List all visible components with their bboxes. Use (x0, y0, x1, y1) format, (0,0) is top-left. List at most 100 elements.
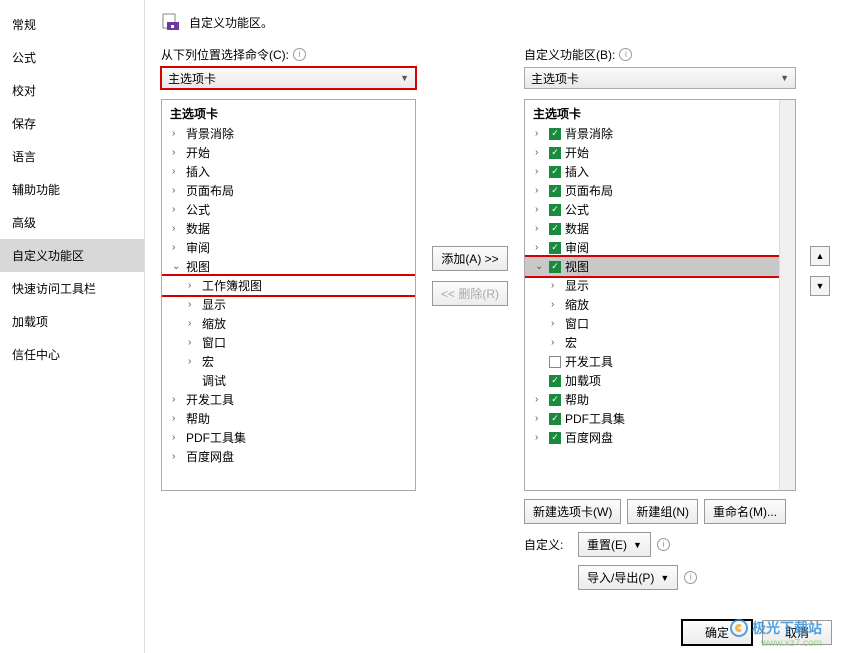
expand-right-icon: › (535, 185, 545, 196)
info-icon: i (657, 538, 670, 551)
tree-row[interactable]: ›开始 (162, 143, 415, 162)
sidebar-item-5[interactable]: 辅助功能 (0, 173, 144, 206)
sidebar-item-10[interactable]: 信任中心 (0, 338, 144, 371)
sidebar-item-6[interactable]: 高级 (0, 206, 144, 239)
tree-row[interactable]: ›数据 (162, 219, 415, 238)
checkbox[interactable] (549, 204, 561, 216)
tree-row[interactable]: ›工作簿视图 (162, 276, 415, 295)
tree-row[interactable]: ›PDF工具集 (162, 428, 415, 447)
cancel-button[interactable]: 取消 (762, 620, 832, 645)
tree-row[interactable]: ›宏 (525, 333, 795, 352)
new-group-button[interactable]: 新建组(N) (627, 499, 698, 524)
reset-button[interactable]: 重置(E)▼ (578, 532, 651, 557)
tree-row[interactable]: ›百度网盘 (162, 447, 415, 466)
tree-row[interactable]: ›缩放 (525, 295, 795, 314)
tree-header: 主选项卡 (525, 103, 795, 124)
checkbox[interactable] (549, 375, 561, 387)
expand-right-icon: › (172, 413, 182, 424)
tree-row[interactable]: ⌄视图 (525, 257, 795, 276)
scrollbar[interactable] (779, 100, 795, 490)
import-export-button[interactable]: 导入/导出(P)▼ (578, 565, 678, 590)
tree-row[interactable]: ›插入 (525, 162, 795, 181)
expand-right-icon: › (172, 185, 182, 196)
right-tree-body: ›背景消除›开始›插入›页面布局›公式›数据›审阅⌄视图›显示›缩放›窗口›宏开… (525, 124, 795, 447)
checkbox[interactable] (549, 394, 561, 406)
tree-row[interactable]: ›宏 (162, 352, 415, 371)
checkbox[interactable] (549, 223, 561, 235)
tree-row[interactable]: › 插入 (162, 162, 415, 181)
add-button[interactable]: 添加(A) >> (432, 246, 507, 271)
tree-row[interactable]: ›窗口 (162, 333, 415, 352)
tree-row[interactable]: ›窗口 (525, 314, 795, 333)
checkbox[interactable] (549, 185, 561, 197)
left-tree-body: ›背景消除›开始›插入›页面布局›公式›数据›审阅⌄视图›工作簿视图›显示›缩放… (162, 124, 415, 466)
expand-right-icon: › (535, 432, 545, 443)
tree-label: 视图 (186, 258, 210, 275)
tree-row[interactable]: ›页面布局 (162, 181, 415, 200)
tree-label: 插入 (186, 163, 210, 180)
tree-row[interactable]: ›公式 (162, 200, 415, 219)
new-tab-button[interactable]: 新建选项卡(W) (524, 499, 621, 524)
move-up-button[interactable]: ▲ (810, 246, 830, 266)
sidebar-item-8[interactable]: 快速访问工具栏 (0, 272, 144, 305)
chevron-down-icon: ▼ (660, 573, 669, 583)
checkbox[interactable] (549, 432, 561, 444)
expand-down-icon: ⌄ (172, 261, 182, 272)
tree-row[interactable]: ›背景消除 (525, 124, 795, 143)
choose-commands-combo[interactable]: 主选项卡 ▼ (161, 67, 416, 89)
checkbox[interactable] (549, 166, 561, 178)
sidebar-item-3[interactable]: 保存 (0, 107, 144, 140)
tree-row[interactable]: ›公式 (525, 200, 795, 219)
tree-label: 背景消除 (186, 125, 234, 142)
tree-label: 帮助 (565, 391, 589, 408)
tree-row[interactable]: ›审阅 (525, 238, 795, 257)
tree-row[interactable]: › 帮助 (525, 390, 795, 409)
tree-row[interactable]: 加载项 (525, 371, 795, 390)
tree-label: 背景消除 (565, 125, 613, 142)
tree-row[interactable]: ›开始 (525, 143, 795, 162)
sidebar-item-7[interactable]: 自定义功能区 (0, 239, 144, 272)
tree-row[interactable]: ›缩放 (162, 314, 415, 333)
tree-row[interactable]: ›审阅 (162, 238, 415, 257)
ok-button[interactable]: 确定 (682, 620, 752, 645)
tree-label: 开发工具 (186, 391, 234, 408)
ribbon-tree[interactable]: 主选项卡 ›背景消除›开始›插入›页面布局›公式›数据›审阅⌄视图›显示›缩放›… (524, 99, 796, 491)
checkbox[interactable] (549, 242, 561, 254)
checkbox[interactable] (549, 261, 561, 273)
customize-ribbon-combo[interactable]: 主选项卡 ▼ (524, 67, 796, 89)
tree-row[interactable]: ›显示 (162, 295, 415, 314)
checkbox[interactable] (549, 128, 561, 140)
expand-right-icon: › (188, 299, 198, 310)
sidebar-item-0[interactable]: 常规 (0, 8, 144, 41)
tree-row[interactable]: ›开发工具 (162, 390, 415, 409)
tree-row[interactable]: ⌄ 视图 (162, 257, 415, 276)
move-down-button[interactable]: ▼ (810, 276, 830, 296)
sidebar-item-9[interactable]: 加载项 (0, 305, 144, 338)
tree-label: 公式 (186, 201, 210, 218)
tree-row[interactable]: ›PDF工具集 (525, 409, 795, 428)
sidebar-item-1[interactable]: 公式 (0, 41, 144, 74)
remove-button[interactable]: << 删除(R) (432, 281, 508, 306)
customize-ribbon-label: 自定义功能区(B): (524, 46, 615, 63)
tree-row[interactable]: ›页面布局 (525, 181, 795, 200)
tree-label: 开发工具 (565, 353, 613, 370)
commands-tree[interactable]: 主选项卡 ›背景消除›开始›插入›页面布局›公式›数据›审阅⌄视图›工作簿视图›… (161, 99, 416, 491)
tree-row[interactable]: ›显示 (525, 276, 795, 295)
checkbox[interactable] (549, 356, 561, 368)
tree-row[interactable]: ›背景消除 (162, 124, 415, 143)
tree-row[interactable]: 开发工具 (525, 352, 795, 371)
expand-down-icon: ⌄ (535, 261, 545, 272)
tree-label: 帮助 (186, 410, 210, 427)
tree-row[interactable]: ›数据 (525, 219, 795, 238)
rename-button[interactable]: 重命名(M)... (704, 499, 786, 524)
sidebar-item-2[interactable]: 校对 (0, 74, 144, 107)
checkbox[interactable] (549, 147, 561, 159)
sidebar-item-4[interactable]: 语言 (0, 140, 144, 173)
expand-right-icon: › (172, 166, 182, 177)
tree-row[interactable]: ›百度网盘 (525, 428, 795, 447)
tree-row[interactable]: › 帮助 (162, 409, 415, 428)
expand-right-icon: › (535, 394, 545, 405)
checkbox[interactable] (549, 413, 561, 425)
tree-row[interactable]: 调试 (162, 371, 415, 390)
expand-right-icon: › (172, 223, 182, 234)
